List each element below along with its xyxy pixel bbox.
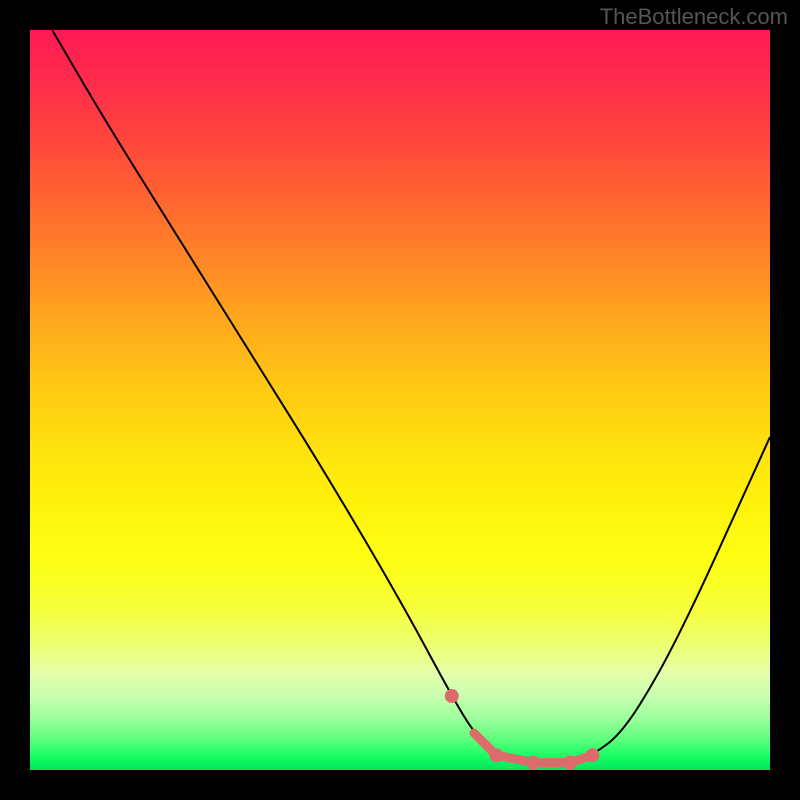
bottleneck-curve-line bbox=[52, 30, 770, 763]
sweet-spot-point bbox=[563, 756, 577, 770]
watermark-text: TheBottleneck.com bbox=[600, 4, 788, 30]
sweet-spot-point bbox=[585, 748, 599, 762]
sweet-spot-point bbox=[526, 756, 540, 770]
chart-svg bbox=[30, 30, 770, 770]
sweet-spot-point bbox=[489, 748, 503, 762]
sweet-spot-point bbox=[445, 689, 459, 703]
chart-plot-area bbox=[30, 30, 770, 770]
